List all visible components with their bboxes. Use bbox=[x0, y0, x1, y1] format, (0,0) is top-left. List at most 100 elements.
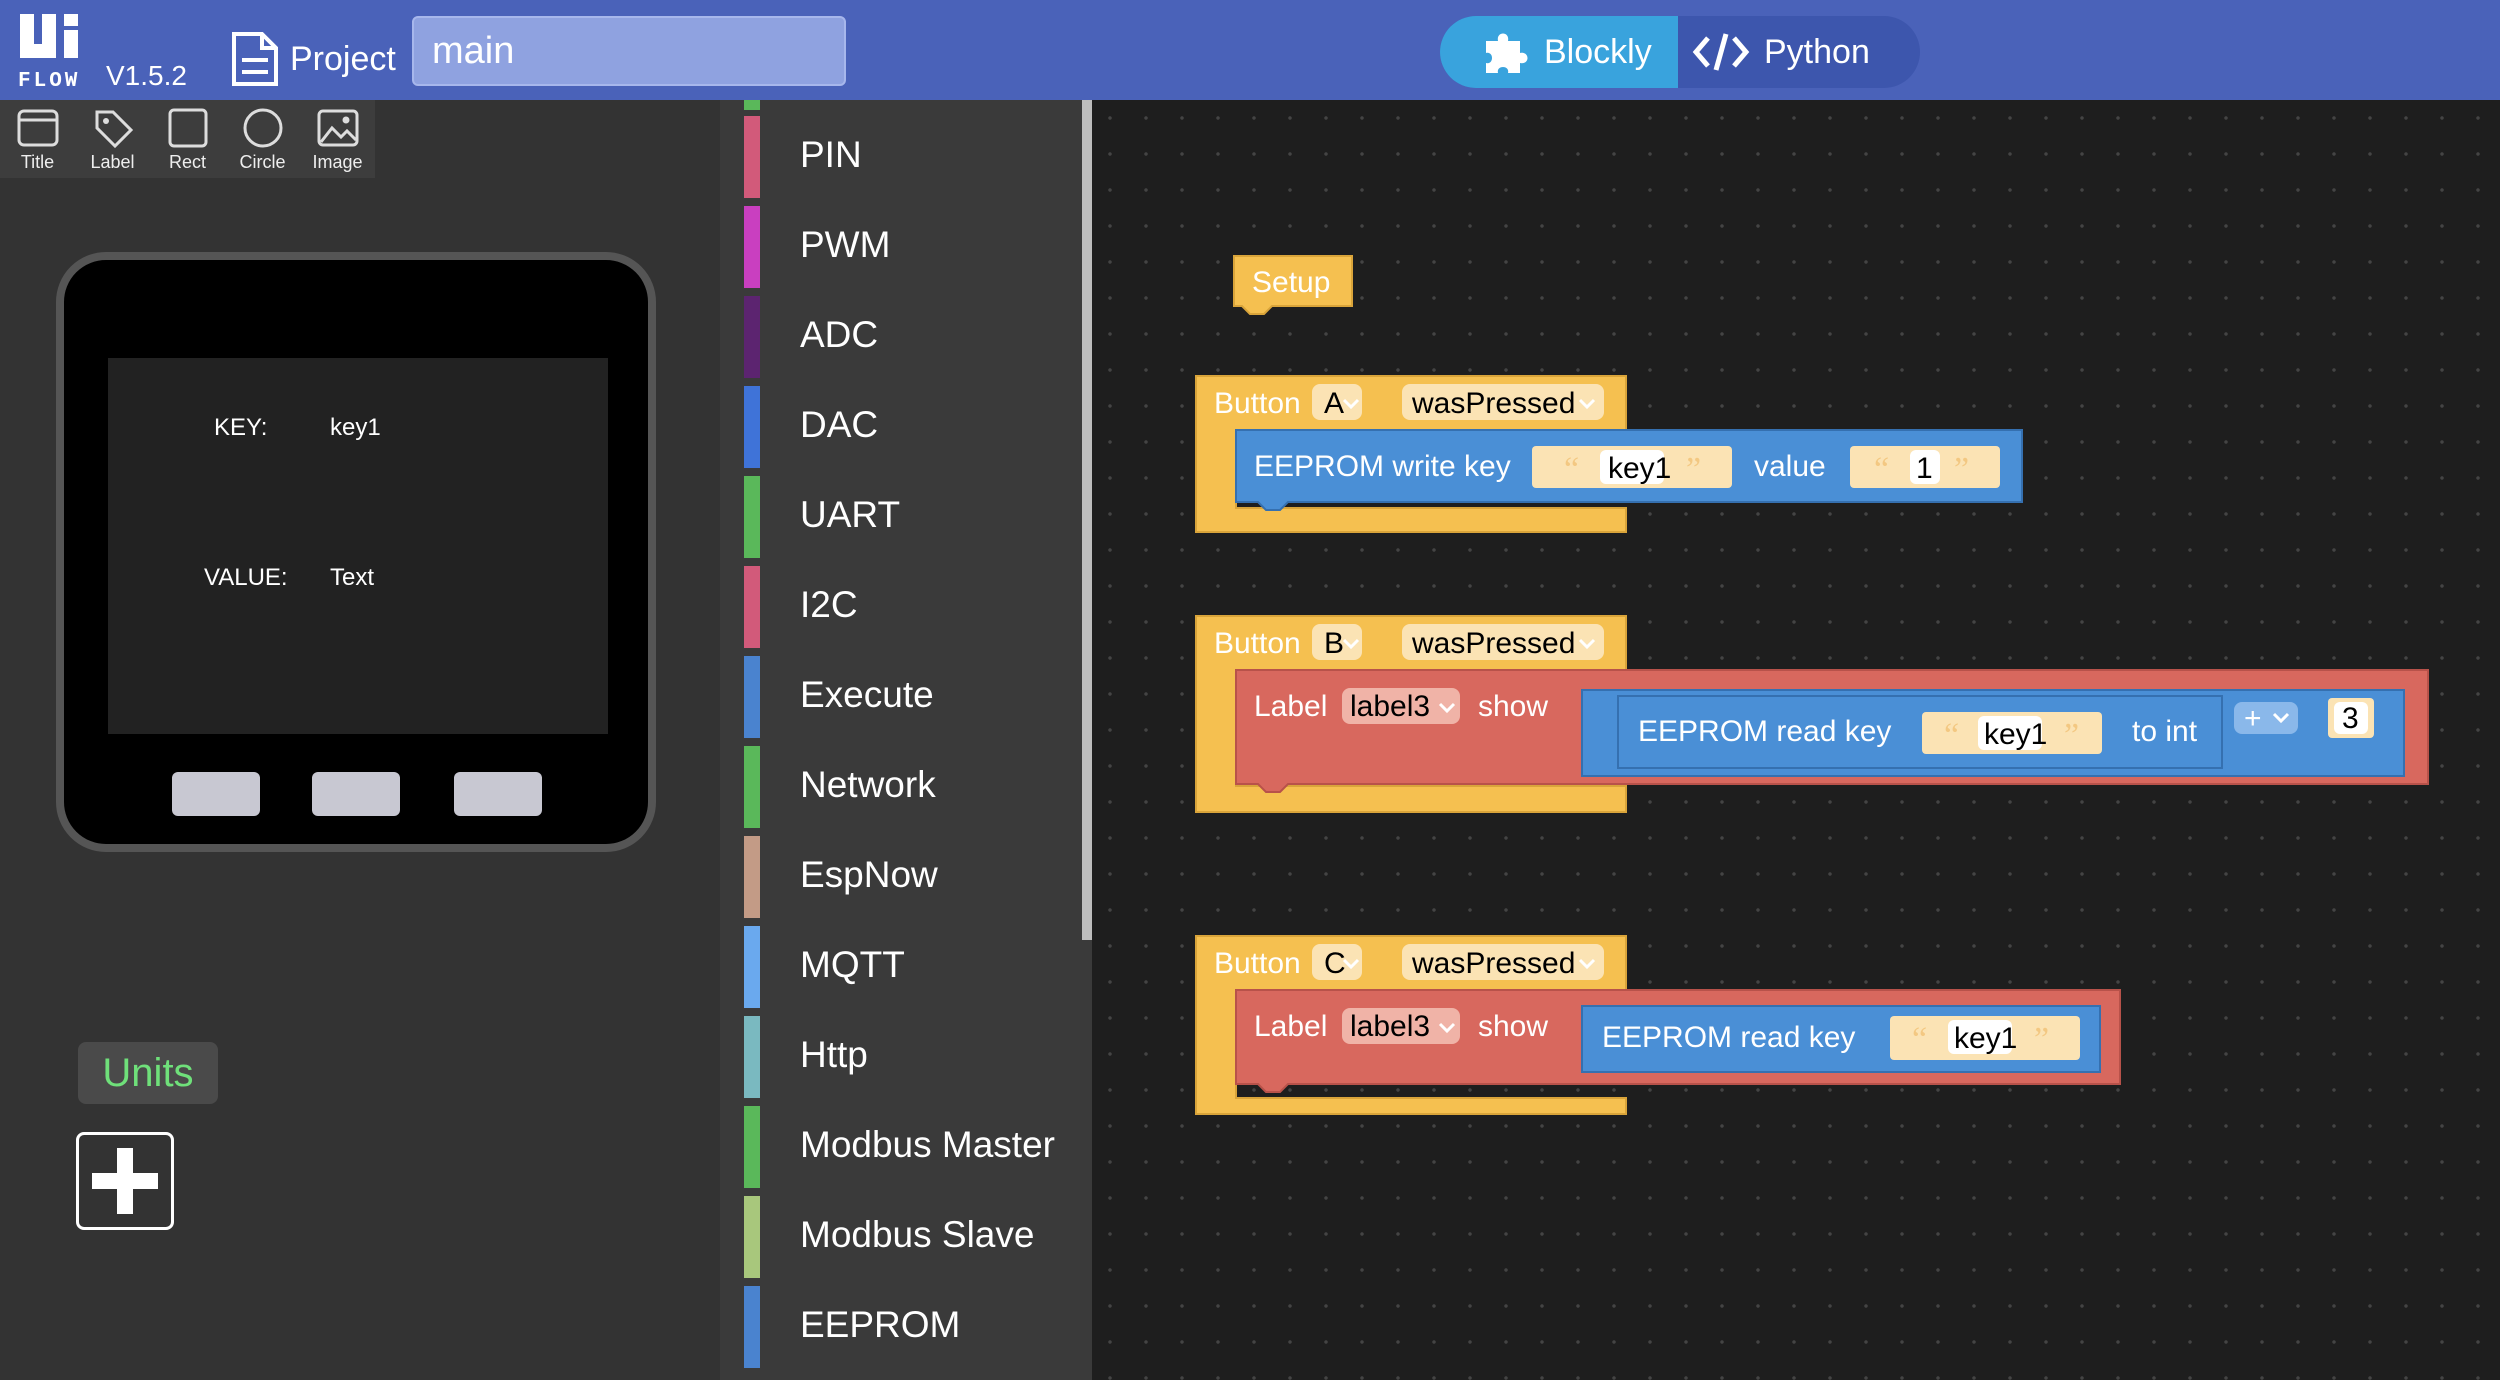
setup-block[interactable]: Setup bbox=[1233, 255, 1353, 315]
device-button-c[interactable] bbox=[454, 772, 542, 816]
category-pin[interactable]: PIN bbox=[744, 116, 1064, 198]
button-b-event-block[interactable]: Button B wasPressed Label label3 show EE… bbox=[1195, 615, 2429, 813]
category-execute[interactable]: Execute bbox=[744, 656, 1064, 738]
eeprom-read-block-b[interactable]: EEPROM read key “ key1 ” to int bbox=[1617, 695, 2223, 769]
blockly-mode-button[interactable]: Blockly bbox=[1440, 16, 1678, 88]
category-color-bar bbox=[744, 1016, 760, 1098]
button-b-label: Button bbox=[1214, 627, 1301, 660]
button-a-id-dropdown[interactable]: A bbox=[1312, 384, 1362, 420]
plus-icon bbox=[92, 1148, 158, 1214]
category-pwm[interactable]: PWM bbox=[744, 206, 1064, 288]
svg-text:3: 3 bbox=[2342, 702, 2359, 735]
category-eeprom[interactable]: EEPROM bbox=[744, 1286, 1064, 1368]
category-adc[interactable]: ADC bbox=[744, 296, 1064, 378]
svg-text:”: ” bbox=[1686, 451, 1701, 488]
read-key-string-b[interactable]: “ key1 ” bbox=[1922, 712, 2102, 754]
svg-text:wasPressed: wasPressed bbox=[1411, 387, 1575, 420]
device-button-b[interactable] bbox=[312, 772, 400, 816]
puzzle-icon bbox=[1486, 33, 1528, 73]
svg-text:A: A bbox=[1324, 387, 1344, 420]
button-a-event-dropdown[interactable]: wasPressed bbox=[1402, 384, 1604, 420]
category-color-bar bbox=[744, 476, 760, 558]
category-modbus-master[interactable]: Modbus Master bbox=[744, 1106, 1064, 1188]
svg-text:“: “ bbox=[1564, 451, 1579, 488]
rect-icon bbox=[168, 108, 207, 148]
label-b-name-dropdown[interactable]: label3 bbox=[1342, 688, 1460, 724]
device-screen[interactable]: KEY: key1 VALUE: Text bbox=[108, 358, 608, 734]
category-network[interactable]: Network bbox=[744, 746, 1064, 828]
python-mode-button[interactable]: Python bbox=[1678, 16, 1870, 88]
label-show-block-b[interactable]: Label label3 show EEPROM read key “ key1 ”… bbox=[1235, 669, 2429, 793]
ui-design-panel: Title Label Rect Circle Image KEY: key1 … bbox=[0, 100, 720, 1380]
write-value-string[interactable]: “ 1 ” bbox=[1850, 446, 2000, 488]
category-i2c[interactable]: I2C bbox=[744, 566, 1064, 648]
tool-label[interactable]: Label bbox=[75, 100, 150, 178]
units-label[interactable]: Units bbox=[78, 1042, 218, 1104]
category-mqtt[interactable]: MQTT bbox=[744, 926, 1064, 1008]
label-word-c: Label bbox=[1254, 1010, 1327, 1043]
add-unit-button[interactable] bbox=[76, 1132, 174, 1230]
button-c-id-dropdown[interactable]: C bbox=[1312, 944, 1362, 980]
tool-image[interactable]: Image bbox=[300, 100, 375, 178]
to-int-block[interactable]: EEPROM read key “ key1 ” to int + 3 bbox=[1581, 689, 2405, 777]
value-text-label[interactable]: Text bbox=[330, 564, 374, 592]
device-preview: KEY: key1 VALUE: Text bbox=[56, 252, 656, 852]
button-c-event-block[interactable]: Button C wasPressed Label label3 show EE… bbox=[1195, 935, 2121, 1115]
tool-rect[interactable]: Rect bbox=[150, 100, 225, 178]
category-color-bar bbox=[744, 206, 760, 288]
key-value-label[interactable]: key1 bbox=[330, 414, 381, 442]
svg-text:+: + bbox=[2244, 702, 2262, 735]
svg-text:”: ” bbox=[2064, 717, 2079, 754]
value-label: value bbox=[1754, 450, 1826, 483]
setup-label: Setup bbox=[1252, 266, 1330, 299]
code-icon bbox=[1692, 33, 1750, 71]
svg-text:wasPressed: wasPressed bbox=[1411, 627, 1575, 660]
operator-dropdown[interactable]: + bbox=[2234, 702, 2298, 735]
category-color-bar bbox=[744, 656, 760, 738]
tool-circle[interactable]: Circle bbox=[225, 100, 300, 178]
category-color-bar bbox=[744, 836, 760, 918]
read-key-string-c[interactable]: “ key1 ” bbox=[1890, 1016, 2080, 1060]
button-b-event-dropdown[interactable]: wasPressed bbox=[1402, 624, 1604, 660]
category-color-bar bbox=[744, 746, 760, 828]
ui-tools: Title Label Rect Circle Image bbox=[0, 100, 375, 178]
label-show-block-c[interactable]: Label label3 show EEPROM read key “ key1 ” bbox=[1235, 989, 2121, 1093]
button-c-event-dropdown[interactable]: wasPressed bbox=[1402, 944, 1604, 980]
block-category-panel: PIN PWM ADC DAC UART I2C Execute Network… bbox=[720, 100, 1092, 1380]
svg-text:“: “ bbox=[1912, 1021, 1927, 1058]
operand-number[interactable]: 3 bbox=[2328, 698, 2374, 738]
category-color-bar bbox=[744, 1106, 760, 1188]
category-uart[interactable]: UART bbox=[744, 476, 1064, 558]
eeprom-write-label: EEPROM write key bbox=[1254, 450, 1511, 483]
svg-text:label3: label3 bbox=[1350, 1010, 1430, 1043]
svg-text:wasPressed: wasPressed bbox=[1411, 947, 1575, 980]
image-icon bbox=[317, 109, 358, 147]
file-name-input[interactable] bbox=[412, 16, 846, 86]
button-b-id-dropdown[interactable]: B bbox=[1312, 624, 1362, 660]
button-c-label: Button bbox=[1214, 947, 1301, 980]
tool-title[interactable]: Title bbox=[0, 100, 75, 178]
key-label[interactable]: KEY: bbox=[214, 414, 267, 442]
button-a-event-block[interactable]: Button A wasPressed EEPROM write key “ ke… bbox=[1195, 375, 2023, 533]
svg-text:“: “ bbox=[1874, 451, 1889, 488]
category-modbus-slave[interactable]: Modbus Slave bbox=[744, 1196, 1064, 1278]
title-icon bbox=[17, 109, 58, 147]
category-color-bar bbox=[744, 1286, 760, 1368]
version-label: V1.5.2 bbox=[106, 60, 187, 91]
document-icon bbox=[232, 32, 278, 86]
category-espnow[interactable]: EspNow bbox=[744, 836, 1064, 918]
category-dac[interactable]: DAC bbox=[744, 386, 1064, 468]
label-c-name-dropdown[interactable]: label3 bbox=[1342, 1008, 1460, 1044]
eeprom-write-block[interactable]: EEPROM write key “ key1 ” value “ 1 ” bbox=[1235, 429, 2023, 511]
device-button-a[interactable] bbox=[172, 772, 260, 816]
category-scrollbar[interactable] bbox=[1082, 100, 1092, 940]
eeprom-read-block-c[interactable]: EEPROM read key “ key1 ” bbox=[1581, 1005, 2101, 1073]
tag-icon bbox=[95, 110, 133, 149]
write-key-string[interactable]: “ key1 ” bbox=[1532, 446, 1732, 488]
category-http[interactable]: Http bbox=[744, 1016, 1064, 1098]
svg-text:“: “ bbox=[1944, 717, 1959, 754]
blockly-workspace[interactable]: Setup Button A wasPressed EEPROM write k… bbox=[1092, 100, 2500, 1380]
project-button[interactable]: Project bbox=[230, 30, 396, 88]
category-bar-top bbox=[744, 100, 760, 110]
value-label[interactable]: VALUE: bbox=[204, 564, 288, 592]
